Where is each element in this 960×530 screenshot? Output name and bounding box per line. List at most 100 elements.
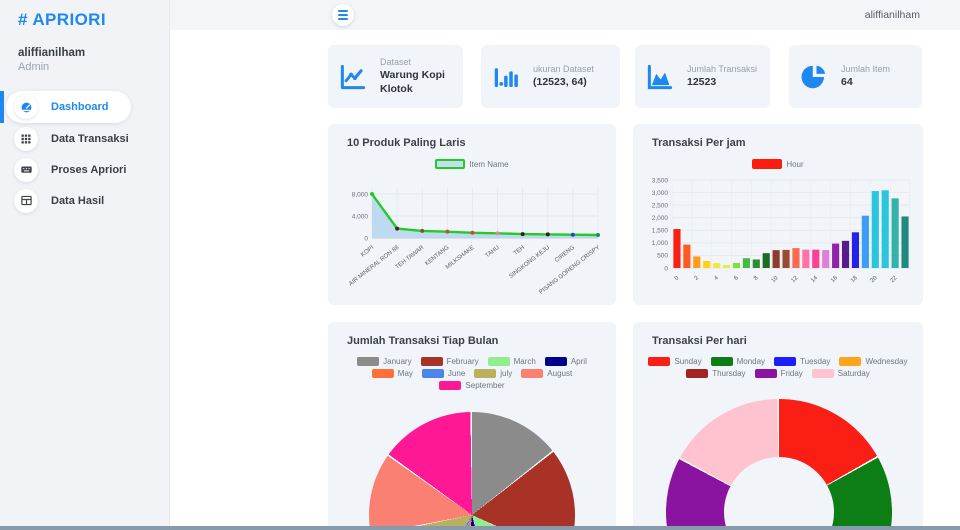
- legend-item[interactable]: September: [439, 381, 505, 390]
- chart-title: Transaksi Per hari: [652, 335, 747, 347]
- chart-legend: Sunday Monday Tuesday Wednesday Thursday Frid…: [646, 357, 910, 378]
- pie-chart[interactable]: [369, 412, 575, 530]
- bar[interactable]: [732, 262, 741, 268]
- legend-label: June: [447, 369, 466, 378]
- data-point[interactable]: [596, 232, 600, 237]
- bar[interactable]: [881, 190, 889, 268]
- x-axis-label: 16: [830, 275, 839, 284]
- bar[interactable]: [871, 191, 879, 268]
- y-axis-label: 8,000: [352, 191, 369, 198]
- dashboard-icon: [14, 95, 38, 119]
- data-point[interactable]: [420, 228, 425, 233]
- sidebar-item-label: Data Hasil: [51, 194, 105, 207]
- legend-item[interactable]: Monday: [710, 357, 765, 366]
- y-axis-label: 2,500: [652, 202, 669, 209]
- sidebar-item-data-hasil[interactable]: Data Hasil: [0, 185, 169, 216]
- bar[interactable]: [722, 264, 731, 268]
- legend-swatch: [435, 159, 466, 169]
- chart-title: Jumlah Transaksi Tiap Bulan: [347, 335, 499, 347]
- y-axis-label: 1,500: [652, 228, 669, 235]
- bar[interactable]: [762, 253, 770, 268]
- data-point[interactable]: [495, 231, 500, 236]
- legend-item[interactable]: Friday: [754, 369, 803, 378]
- bar[interactable]: [782, 249, 790, 268]
- legend-item[interactable]: Item Name: [435, 159, 509, 169]
- x-axis-label: 12: [790, 275, 799, 284]
- bar[interactable]: [742, 258, 750, 268]
- x-axis-label: 2: [694, 275, 701, 282]
- legend-item[interactable]: April: [544, 357, 587, 366]
- sidebar-item-dashboard[interactable]: Dashboard: [0, 91, 131, 123]
- legend-item[interactable]: May: [371, 369, 413, 378]
- legend-item[interactable]: August: [521, 369, 572, 378]
- legend-item[interactable]: Wednesday: [839, 357, 908, 366]
- sidebar-item-proses-apriori[interactable]: Proses Apriori: [0, 154, 169, 185]
- bar[interactable]: [832, 243, 840, 268]
- data-point[interactable]: [395, 226, 400, 231]
- bar[interactable]: [713, 263, 721, 268]
- data-point[interactable]: [520, 232, 525, 237]
- stat-card-ukuran: ukuran Dataset (12523, 64): [481, 45, 620, 108]
- chart-legend: January February March April May June july Augu…: [340, 357, 604, 390]
- x-axis-label: 8: [753, 275, 760, 282]
- bar[interactable]: [683, 244, 691, 268]
- bar[interactable]: [841, 240, 850, 268]
- bar[interactable]: [891, 198, 899, 268]
- bar-chart-icon: [491, 62, 521, 92]
- data-point[interactable]: [370, 192, 374, 196]
- legend-label: Sunday: [674, 357, 702, 366]
- x-axis-label: 6: [733, 275, 740, 282]
- chart-title: Transaksi Per jam: [652, 137, 746, 149]
- bar[interactable]: [673, 229, 681, 268]
- bar[interactable]: [693, 256, 701, 268]
- bar[interactable]: [752, 259, 760, 268]
- legend-item[interactable]: March: [487, 357, 536, 366]
- bar[interactable]: [861, 215, 869, 268]
- legend-item[interactable]: January: [357, 357, 412, 366]
- bar[interactable]: [792, 248, 800, 268]
- bar[interactable]: [772, 250, 780, 268]
- bar[interactable]: [851, 232, 860, 268]
- legend-swatch: [420, 357, 443, 366]
- bar[interactable]: [822, 250, 830, 268]
- legend-item[interactable]: Sunday: [648, 357, 702, 366]
- stat-label: ukuran Dataset: [533, 63, 595, 74]
- legend-item[interactable]: Thursday: [686, 369, 746, 378]
- legend-item[interactable]: Tuesday: [774, 357, 830, 366]
- legend-item[interactable]: Saturday: [811, 369, 870, 378]
- legend-item[interactable]: February: [420, 357, 479, 366]
- bar-chart[interactable]: 0 500 1,000 1,500 2,000 2,500 3,000 3,500 0 2 4 6 8 1…: [638, 168, 918, 305]
- legend-swatch: [521, 369, 544, 378]
- bar[interactable]: [802, 249, 810, 268]
- sidebar-item-data-transaksi[interactable]: Data Transaksi: [0, 123, 169, 154]
- legend-label: August: [547, 369, 573, 378]
- bar[interactable]: [703, 260, 711, 268]
- bar[interactable]: [901, 216, 909, 268]
- line-chart[interactable]: 04,0008,000KOPIAIR MINERAL RON 88TEH TAW…: [336, 176, 606, 301]
- x-axis-label: 0: [674, 275, 681, 282]
- data-point[interactable]: [570, 232, 575, 237]
- legend-item[interactable]: july: [474, 369, 512, 378]
- x-axis-label: 18: [850, 275, 859, 284]
- line-chart-icon: [338, 62, 368, 92]
- stat-value: (12523, 64): [533, 75, 587, 88]
- sidebar-item-label: Proses Apriori: [51, 163, 127, 176]
- data-point[interactable]: [445, 229, 450, 234]
- legend-swatch: [710, 357, 733, 366]
- topbar-username[interactable]: aliffianilham: [865, 9, 920, 21]
- data-point[interactable]: [470, 230, 475, 235]
- sidebar-user: aliffianilham Admin: [0, 30, 169, 73]
- app-logo[interactable]: # APRIORI: [0, 0, 169, 30]
- sidebar-user-role: Admin: [18, 61, 50, 73]
- stat-label: Jumlah Item: [841, 63, 891, 74]
- legend-item[interactable]: June: [421, 369, 466, 378]
- legend-swatch: [754, 369, 777, 378]
- stat-card-jumlah-item: Jumlah Item 64: [789, 45, 922, 108]
- bar[interactable]: [812, 249, 820, 268]
- menu-toggle-button[interactable]: [332, 4, 354, 26]
- card-per-month: Jumlah Transaksi Tiap Bulan January Febru…: [328, 322, 616, 530]
- data-point[interactable]: [545, 232, 550, 237]
- sidebar-item-label: Dashboard: [51, 101, 109, 113]
- stat-value: 12523: [687, 75, 717, 88]
- legend-label: Item Name: [469, 159, 509, 169]
